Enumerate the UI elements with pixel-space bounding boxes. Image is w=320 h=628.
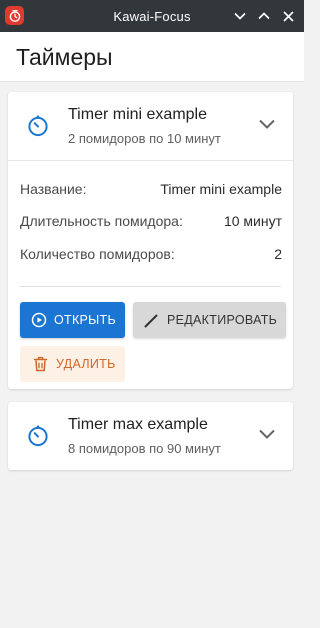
detail-label: Длительность помидора: <box>20 213 183 229</box>
detail-row-name: Название: Timer mini example <box>20 181 282 201</box>
divider <box>20 286 281 287</box>
trash-icon <box>33 356 48 372</box>
detail-label: Название: <box>20 181 87 197</box>
timer-summary: 8 помидоров по 90 минут <box>68 441 221 456</box>
open-button-label: ОТКРЫТЬ <box>54 313 116 327</box>
timer-card-header[interactable]: Timer mini example 2 помидоров по 10 мин… <box>8 92 293 160</box>
edit-button-label: РЕДАКТИРОВАТЬ <box>167 313 278 327</box>
close-icon[interactable] <box>280 8 296 24</box>
timer-icon <box>26 114 50 138</box>
detail-row-duration: Длительность помидора: 10 минут <box>20 213 282 233</box>
page-title: Таймеры <box>16 44 113 70</box>
delete-button[interactable]: УДАЛИТЬ <box>20 346 125 382</box>
edit-button[interactable]: РЕДАКТИРОВАТЬ <box>133 302 286 338</box>
detail-row-count: Количество помидоров: 2 <box>20 246 282 266</box>
minimize-icon[interactable] <box>232 8 248 24</box>
timer-card: Timer mini example 2 помидоров по 10 мин… <box>8 92 293 389</box>
chevron-down-icon[interactable] <box>257 427 277 441</box>
detail-label: Количество помидоров: <box>20 246 175 262</box>
delete-button-label: УДАЛИТЬ <box>56 357 116 371</box>
maximize-icon[interactable] <box>256 8 272 24</box>
pencil-icon <box>143 312 160 329</box>
detail-value: 2 <box>274 246 282 262</box>
page-header: Таймеры <box>0 32 304 82</box>
timer-card: Timer max example 8 помидоров по 90 мину… <box>8 402 293 470</box>
timer-card-header[interactable]: Timer max example 8 помидоров по 90 мину… <box>8 402 293 470</box>
window-titlebar: Kawai-Focus <box>0 0 304 32</box>
timer-icon <box>26 424 50 448</box>
timer-name: Timer max example <box>68 416 208 433</box>
timer-summary: 2 помидоров по 10 минут <box>68 131 221 146</box>
open-button[interactable]: ОТКРЫТЬ <box>20 302 125 338</box>
chevron-down-icon[interactable] <box>257 117 277 131</box>
detail-value: 10 минут <box>223 213 282 229</box>
timer-details: Название: Timer mini example Длительност… <box>8 160 293 389</box>
timer-name: Timer mini example <box>68 106 207 123</box>
play-circle-icon <box>31 312 47 328</box>
detail-value: Timer mini example <box>160 181 282 197</box>
